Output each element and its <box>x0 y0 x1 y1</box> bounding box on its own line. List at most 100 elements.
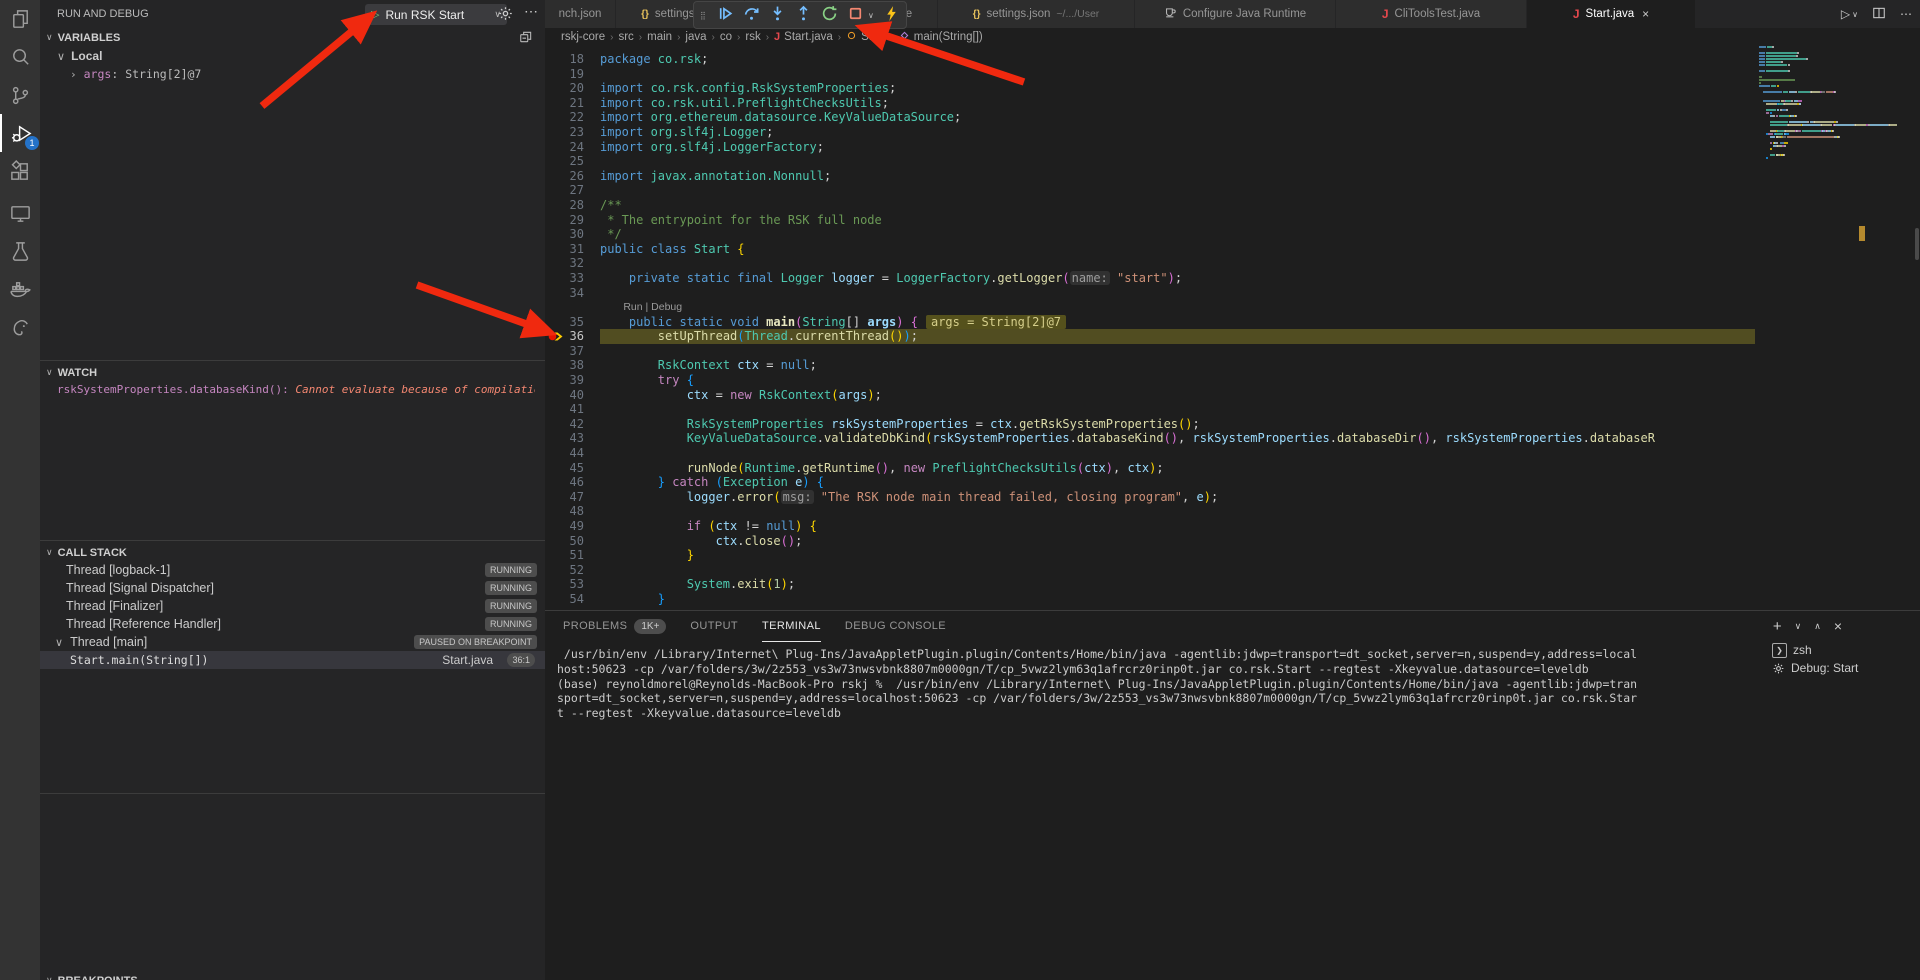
collapse-all-icon[interactable] <box>519 30 533 47</box>
step-over-icon[interactable] <box>743 5 760 25</box>
restart-icon[interactable] <box>821 5 838 25</box>
run-and-debug-icon[interactable]: 1 <box>0 114 42 152</box>
run-config-dropdown[interactable]: ▷ Run RSK Start ∨ <box>365 4 507 25</box>
line-number[interactable]: 20 <box>545 81 600 96</box>
stop-icon[interactable] <box>847 5 864 25</box>
continue-icon[interactable] <box>717 5 734 25</box>
line-number[interactable]: 54 <box>545 592 600 607</box>
line-number[interactable]: 47 <box>545 490 600 505</box>
close-panel-icon[interactable]: × <box>1834 618 1842 634</box>
line-number[interactable]: 51 <box>545 548 600 563</box>
line-number[interactable]: 34 <box>545 286 600 301</box>
editor-scrollbar[interactable] <box>1915 228 1919 260</box>
breadcrumb-item[interactable]: rskj-core <box>561 31 605 43</box>
step-out-icon[interactable] <box>795 5 812 25</box>
breakpoints-section-header[interactable]: ∨ BREAKPOINTS <box>40 971 545 980</box>
hot-code-replace-icon[interactable] <box>883 5 900 25</box>
run-file-button[interactable]: ▷∨ <box>1841 7 1858 21</box>
line-number[interactable]: 49 <box>545 519 600 534</box>
line-number[interactable]: 48 <box>545 504 600 519</box>
line-number[interactable]: 25 <box>545 154 600 169</box>
close-icon[interactable]: × <box>1642 7 1649 21</box>
docker-icon[interactable] <box>0 270 40 308</box>
maximize-panel-icon[interactable]: ∧ <box>1814 621 1821 632</box>
panel-tab-terminal[interactable]: TERMINAL <box>762 611 821 642</box>
line-number[interactable]: 50 <box>545 534 600 549</box>
editor-tab-configure-java-runtime[interactable]: Configure Java Runtime <box>1135 0 1336 28</box>
stack-frame-row-selected[interactable]: Start.main(String[])Start.java36:1 <box>40 651 545 669</box>
call-stack-thread-row[interactable]: Thread [logback-1]RUNNING <box>40 561 545 579</box>
terminal-output[interactable]: /usr/bin/env /Library/Internet\ Plug-Ins… <box>557 647 1762 721</box>
line-number[interactable]: 23 <box>545 125 600 140</box>
gear-icon[interactable] <box>498 6 513 24</box>
gradle-icon[interactable] <box>0 308 40 346</box>
line-number[interactable]: 38 <box>545 358 600 373</box>
breadcrumb-item[interactable]: Start <box>846 30 885 44</box>
line-number[interactable]: 21 <box>545 96 600 111</box>
more-actions-icon[interactable]: ⋯ <box>1900 7 1912 21</box>
call-stack-section-header[interactable]: ∨ CALL STACK <box>40 543 545 562</box>
source-control-icon[interactable] <box>0 76 40 114</box>
line-number[interactable]: 45 <box>545 461 600 476</box>
line-number[interactable]: 24 <box>545 140 600 155</box>
line-number[interactable]: 30 <box>545 227 600 242</box>
call-stack-thread-row[interactable]: Thread [Finalizer]RUNNING <box>40 597 545 615</box>
breadcrumb-item[interactable]: main(String[]) <box>899 30 983 44</box>
line-number[interactable]: 37 <box>545 344 600 359</box>
line-number[interactable]: 43 <box>545 431 600 446</box>
editor-tab-start-java[interactable]: JStart.java× <box>1527 0 1696 28</box>
remote-explorer-icon[interactable] <box>0 194 40 232</box>
line-number[interactable]: 41 <box>545 402 600 417</box>
call-stack-thread-row[interactable]: Thread [Signal Dispatcher]RUNNING <box>40 579 545 597</box>
line-number[interactable] <box>545 300 600 315</box>
line-number[interactable]: 28 <box>545 198 600 213</box>
line-number[interactable]: 19 <box>545 67 600 82</box>
drag-handle-icon[interactable]: ⣿ <box>700 12 708 19</box>
step-into-icon[interactable] <box>769 5 786 25</box>
line-number[interactable]: 27 <box>545 183 600 198</box>
breadcrumb-item[interactable]: rsk <box>745 31 760 43</box>
line-number[interactable]: 18 <box>545 52 600 67</box>
editor-tab-nch-json[interactable]: nch.json <box>545 0 616 28</box>
chevron-down-icon[interactable]: ∨ <box>1795 621 1802 632</box>
section-divider[interactable] <box>40 360 545 361</box>
variables-scope-local[interactable]: ∨ Local <box>57 49 102 63</box>
editor-tab-settings-json[interactable]: {}settings.json~/.../User <box>938 0 1135 28</box>
breadcrumb-item[interactable]: JStart.java <box>774 31 833 43</box>
line-number[interactable]: 40 <box>545 388 600 403</box>
watch-expression-row[interactable]: rskSystemProperties.databaseKind(): Cann… <box>57 383 535 396</box>
codelens-run-debug[interactable]: Run | Debug <box>600 300 682 315</box>
line-number[interactable]: 44 <box>545 446 600 461</box>
line-number[interactable]: 32 <box>545 256 600 271</box>
section-divider[interactable] <box>40 540 545 541</box>
line-number[interactable]: 29 <box>545 213 600 228</box>
chevron-down-icon[interactable]: ∨ <box>868 11 874 20</box>
breadcrumb-item[interactable]: co <box>720 31 732 43</box>
minimap[interactable] <box>1755 46 1920 610</box>
line-number[interactable]: 39 <box>545 373 600 388</box>
call-stack-thread-row[interactable]: Thread [Reference Handler]RUNNING <box>40 615 545 633</box>
breadcrumb-item[interactable]: src <box>618 31 633 43</box>
watch-section-header[interactable]: ∨ WATCH <box>40 363 545 382</box>
line-number[interactable]: 26 <box>545 169 600 184</box>
terminal-list-item-debug-start[interactable]: Debug: Start <box>1772 659 1914 677</box>
section-divider[interactable] <box>40 793 545 794</box>
more-actions-icon[interactable]: ⋯ <box>524 3 539 20</box>
line-number[interactable]: 35 <box>545 315 600 330</box>
panel-tab-output[interactable]: OUTPUT <box>690 611 738 641</box>
line-number[interactable]: 33 <box>545 271 600 286</box>
line-number[interactable]: 46 <box>545 475 600 490</box>
breadcrumb-item[interactable]: java <box>685 31 706 43</box>
line-number[interactable]: 22 <box>545 110 600 125</box>
line-number[interactable]: 53 <box>545 577 600 592</box>
line-number[interactable]: 52 <box>545 563 600 578</box>
breadcrumb-item[interactable]: main <box>647 31 672 43</box>
editor-tab-clitoolstest-java[interactable]: JCliToolsTest.java <box>1336 0 1527 28</box>
extensions-icon[interactable] <box>0 152 40 190</box>
line-number[interactable]: 42 <box>545 417 600 432</box>
code-editor[interactable]: 18package co.rsk;1920import co.rsk.confi… <box>545 46 1920 616</box>
panel-tab-problems[interactable]: PROBLEMS1K+ <box>563 611 666 641</box>
testing-icon[interactable] <box>0 232 40 270</box>
explorer-icon[interactable] <box>0 0 40 38</box>
search-icon[interactable] <box>0 38 40 76</box>
